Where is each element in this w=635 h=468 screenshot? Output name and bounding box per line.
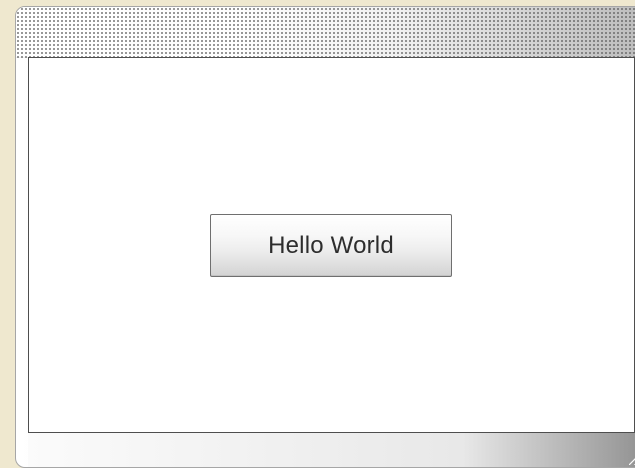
resize-grip-icon[interactable]	[629, 447, 635, 465]
hello-world-button[interactable]: Hello World	[210, 214, 452, 277]
application-window: Hello World	[15, 6, 635, 468]
window-status-bar	[28, 433, 635, 467]
desktop-background: Hello World	[0, 0, 635, 468]
window-grip-bar[interactable]	[16, 7, 635, 58]
window-client-area: Hello World	[28, 57, 635, 433]
